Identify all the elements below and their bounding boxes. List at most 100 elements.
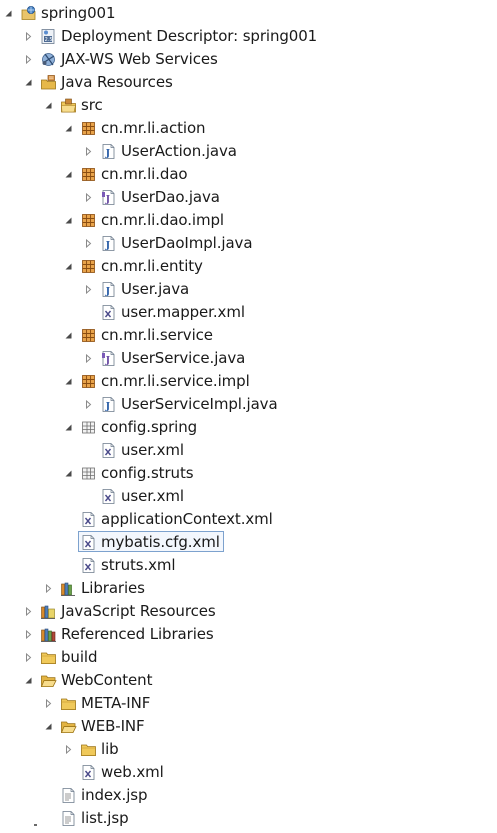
svg-text:J: J: [105, 194, 111, 205]
java-interface-file-icon: J: [100, 350, 117, 367]
tree-item-spring001[interactable]: spring001: [0, 2, 497, 25]
tree-item-user-xml[interactable]: user.xml: [0, 485, 497, 508]
tree-item-label: Referenced Libraries: [61, 625, 214, 643]
expanded-toggle-icon[interactable]: [64, 377, 73, 386]
collapsed-toggle-icon[interactable]: [24, 55, 33, 64]
expanded-toggle-icon[interactable]: [44, 101, 53, 110]
tree-item-label: index.jsp: [81, 786, 148, 804]
collapsed-toggle-icon[interactable]: [84, 354, 93, 363]
collapsed-toggle-icon[interactable]: [84, 147, 93, 156]
tree-item-libraries[interactable]: Libraries: [0, 577, 497, 600]
svg-text:J: J: [105, 355, 111, 366]
bottom-edge-mark: [34, 824, 37, 826]
expanded-toggle-icon[interactable]: [64, 124, 73, 133]
xml-file-icon: [80, 764, 97, 781]
tree-item-list-jsp[interactable]: list.jsp: [0, 807, 497, 830]
tree-item-lib[interactable]: lib: [0, 738, 497, 761]
tree-item-mybatis-cfg-xml[interactable]: mybatis.cfg.xml: [0, 531, 497, 554]
tree-item-web-xml[interactable]: web.xml: [0, 761, 497, 784]
expanded-toggle-icon[interactable]: [64, 423, 73, 432]
tree-item-label: cn.mr.li.entity: [101, 257, 203, 275]
web-services-icon: [40, 51, 57, 68]
expanded-toggle-icon[interactable]: [24, 78, 33, 87]
xml-file-icon: [80, 534, 97, 551]
tree-item-useraction-java[interactable]: J UserAction.java: [0, 140, 497, 163]
collapsed-toggle-icon[interactable]: [84, 239, 93, 248]
tree-item-label: cn.mr.li.dao.impl: [101, 211, 224, 229]
collapsed-toggle-icon[interactable]: [84, 193, 93, 202]
tree-item-meta-inf[interactable]: META-INF: [0, 692, 497, 715]
tree-item-userdaoimpl-java[interactable]: J UserDaoImpl.java: [0, 232, 497, 255]
tree-item-javascript-resources[interactable]: JavaScript Resources: [0, 600, 497, 623]
tree-item-label: config.spring: [101, 418, 198, 436]
tree-item-deployment-descriptor-spring001[interactable]: 2.5 Deployment Descriptor: spring001: [0, 25, 497, 48]
expanded-toggle-icon[interactable]: [64, 262, 73, 271]
tree-item-label: cn.mr.li.dao: [101, 165, 188, 183]
open-folder-icon: [40, 672, 57, 689]
tree-item-jax-ws-web-services[interactable]: JAX-WS Web Services: [0, 48, 497, 71]
collapsed-toggle-icon[interactable]: [24, 653, 33, 662]
tree-item-cn-mr-li-dao[interactable]: cn.mr.li.dao: [0, 163, 497, 186]
expanded-toggle-icon[interactable]: [64, 469, 73, 478]
expanded-toggle-icon[interactable]: [4, 9, 13, 18]
tree-item-java-resources[interactable]: Java Resources: [0, 71, 497, 94]
tree-item-label: list.jsp: [81, 809, 129, 827]
collapsed-toggle-icon[interactable]: [24, 630, 33, 639]
expanded-toggle-icon[interactable]: [64, 216, 73, 225]
tree-item-label: Libraries: [81, 579, 145, 597]
tree-item-userserviceimpl-java[interactable]: J UserServiceImpl.java: [0, 393, 497, 416]
tree-item-user-java[interactable]: J User.java: [0, 278, 497, 301]
tree-item-user-mapper-xml[interactable]: user.mapper.xml: [0, 301, 497, 324]
package-icon: [80, 120, 97, 137]
xml-file-icon: [100, 488, 117, 505]
java-file-icon: J: [100, 396, 117, 413]
svg-text:J: J: [105, 401, 111, 412]
tree-item-index-jsp[interactable]: index.jsp: [0, 784, 497, 807]
collapsed-toggle-icon[interactable]: [84, 285, 93, 294]
folder-icon: [80, 741, 97, 758]
jsp-file-icon: [60, 810, 77, 827]
tree-item-label: src: [81, 96, 103, 114]
expanded-toggle-icon[interactable]: [24, 676, 33, 685]
tree-item-web-inf[interactable]: WEB-INF: [0, 715, 497, 738]
tree-item-label: applicationContext.xml: [101, 510, 273, 528]
collapsed-toggle-icon[interactable]: [24, 32, 33, 41]
expanded-toggle-icon[interactable]: [64, 170, 73, 179]
non-java-package-icon: [80, 465, 97, 482]
java-file-icon: J: [100, 281, 117, 298]
collapsed-toggle-icon[interactable]: [44, 699, 53, 708]
xml-file-icon: [100, 304, 117, 321]
package-icon: [80, 166, 97, 183]
tree-item-cn-mr-li-action[interactable]: cn.mr.li.action: [0, 117, 497, 140]
tree-item-label: JavaScript Resources: [61, 602, 216, 620]
tree-item-webcontent[interactable]: WebContent: [0, 669, 497, 692]
tree-item-applicationcontext-xml[interactable]: applicationContext.xml: [0, 508, 497, 531]
tree-item-referenced-libraries[interactable]: Referenced Libraries: [0, 623, 497, 646]
collapsed-toggle-icon[interactable]: [64, 745, 73, 754]
collapsed-toggle-icon[interactable]: [44, 584, 53, 593]
tree-item-label: META-INF: [81, 694, 151, 712]
folder-icon: [60, 695, 77, 712]
folder-icon: [40, 649, 57, 666]
tree-item-src[interactable]: src: [0, 94, 497, 117]
jsp-file-icon: [60, 787, 77, 804]
tree-item-cn-mr-li-service[interactable]: cn.mr.li.service: [0, 324, 497, 347]
expanded-toggle-icon[interactable]: [64, 331, 73, 340]
tree-item-config-struts[interactable]: config.struts: [0, 462, 497, 485]
open-folder-icon: [60, 718, 77, 735]
collapsed-toggle-icon[interactable]: [24, 607, 33, 616]
tree-item-build[interactable]: build: [0, 646, 497, 669]
collapsed-toggle-icon[interactable]: [84, 400, 93, 409]
tree-item-user-xml[interactable]: user.xml: [0, 439, 497, 462]
tree-item-cn-mr-li-entity[interactable]: cn.mr.li.entity: [0, 255, 497, 278]
tree-item-userdao-java[interactable]: J UserDao.java: [0, 186, 497, 209]
tree-item-cn-mr-li-dao-impl[interactable]: cn.mr.li.dao.impl: [0, 209, 497, 232]
svg-text:J: J: [105, 148, 111, 159]
tree-item-struts-xml[interactable]: struts.xml: [0, 554, 497, 577]
tree-item-userservice-java[interactable]: J UserService.java: [0, 347, 497, 370]
tree-item-cn-mr-li-service-impl[interactable]: cn.mr.li.service.impl: [0, 370, 497, 393]
package-icon: [80, 373, 97, 390]
expanded-toggle-icon[interactable]: [44, 722, 53, 731]
tree-item-config-spring[interactable]: config.spring: [0, 416, 497, 439]
xml-file-icon: [80, 557, 97, 574]
